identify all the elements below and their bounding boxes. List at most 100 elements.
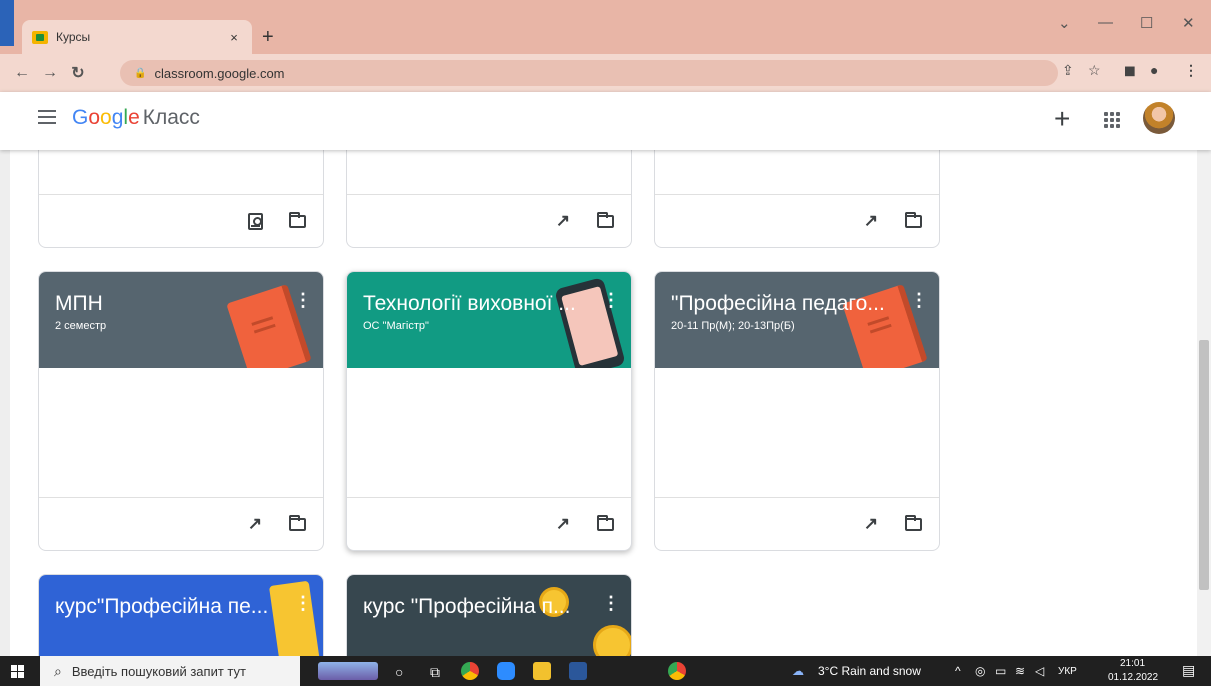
folder-icon[interactable]	[285, 512, 309, 536]
card-body	[39, 368, 323, 498]
share-icon[interactable]: ⇪	[1062, 62, 1074, 79]
zoom-icon[interactable]	[497, 662, 515, 680]
folder-icon[interactable]	[593, 512, 617, 536]
class-card[interactable]: МПН 2 семестр ⋮ ↗	[38, 271, 324, 551]
student-work-icon[interactable]	[243, 209, 267, 233]
weather-text[interactable]: 3°C Rain and snow	[818, 664, 921, 678]
tab-search-icon[interactable]: ⌄	[1058, 14, 1071, 32]
lock-icon: 🔒	[134, 67, 147, 79]
folder-icon[interactable]	[901, 209, 925, 233]
gradebook-trend-icon[interactable]: ↗	[551, 512, 575, 536]
browser-menu-icon[interactable]: ⋮	[1184, 62, 1198, 79]
bookmark-star-icon[interactable]: ☆	[1088, 62, 1101, 79]
create-join-class-button[interactable]: +	[1054, 105, 1070, 133]
windows-start-icon[interactable]	[11, 665, 24, 678]
avatar[interactable]	[1143, 102, 1175, 134]
class-name[interactable]: курс "Професійна п...	[363, 595, 570, 619]
gradebook-trend-icon[interactable]: ↗	[243, 512, 267, 536]
back-icon[interactable]: ←	[8, 64, 36, 82]
class-section: 2 семестр	[55, 320, 107, 332]
card-banner[interactable]: МПН 2 семестр ⋮	[39, 272, 323, 368]
class-card[interactable]: курс "Професійна п... ⋮	[346, 574, 632, 656]
close-window-button[interactable]: ✕	[1182, 14, 1195, 32]
class-name[interactable]: курс"Професійна пе...	[55, 595, 268, 619]
card-banner[interactable]: курс "Професійна п... ⋮	[347, 575, 631, 656]
word-icon[interactable]	[569, 662, 587, 680]
classroom-logo[interactable]: Google Класс	[72, 106, 200, 130]
card-footer: ↗	[39, 498, 323, 550]
url-text: classroom.google.com	[154, 65, 285, 81]
card-more-icon[interactable]: ⋮	[294, 593, 312, 614]
browser-tabstrip: Курсы × + ⌄ — ☐ ✕	[0, 0, 1211, 54]
main-menu-icon[interactable]	[38, 110, 56, 124]
folder-icon[interactable]	[285, 209, 309, 233]
browser-toolbar: ← → ↻ 🔒 classroom.google.com	[0, 54, 1211, 92]
card-more-icon[interactable]: ⋮	[602, 290, 620, 311]
wifi-icon[interactable]: ≋	[1015, 664, 1025, 678]
search-icon: ⌕	[54, 662, 62, 679]
class-name[interactable]: "Професійна педаго...	[671, 292, 885, 316]
tray-meet-icon[interactable]: ◎	[975, 664, 985, 678]
card-more-icon[interactable]: ⋮	[910, 290, 928, 311]
clock-date[interactable]: 01.12.2022	[1108, 672, 1158, 683]
search-highlight-icon[interactable]	[318, 662, 378, 680]
address-bar[interactable]: 🔒 classroom.google.com	[120, 60, 1058, 86]
card-footer: ↗	[347, 195, 631, 247]
class-card[interactable]: курс"Професійна пе... ⋮	[38, 574, 324, 656]
folder-icon[interactable]	[901, 512, 925, 536]
class-card[interactable]: "Професійна педаго... 20-11 Пр(М); 20-13…	[654, 271, 940, 551]
logo-google: Google	[72, 106, 140, 129]
google-apps-icon[interactable]	[1104, 112, 1120, 128]
chrome-icon[interactable]	[461, 662, 479, 680]
gradebook-trend-icon[interactable]: ↗	[551, 209, 575, 233]
card-banner[interactable]: "Професійна педаго... 20-11 Пр(М); 20-13…	[655, 272, 939, 368]
folder-icon[interactable]	[593, 209, 617, 233]
gradebook-trend-icon[interactable]: ↗	[859, 209, 883, 233]
card-banner[interactable]: Технології виховної ... ОС "Магістр" ⋮	[347, 272, 631, 368]
profile-icon[interactable]: ●	[1150, 62, 1158, 78]
card-footer: ↗	[347, 498, 631, 550]
forward-icon[interactable]: →	[36, 64, 64, 82]
books-illustration-icon	[268, 580, 322, 656]
coin-illustration-icon	[593, 625, 631, 656]
card-footer	[39, 195, 323, 247]
card-body	[655, 368, 939, 498]
left-gutter	[0, 150, 10, 656]
classroom-header: Google Класс +	[0, 92, 1211, 150]
class-section: 20-11 Пр(М); 20-13Пр(Б)	[671, 320, 795, 332]
browser-tab[interactable]: Курсы ×	[22, 20, 252, 54]
class-section: ОС "Магістр"	[363, 320, 429, 332]
card-banner[interactable]: курс"Професійна пе... ⋮	[39, 575, 323, 656]
class-name[interactable]: Технології виховної ...	[363, 292, 576, 316]
class-card[interactable]: Технології виховної ... ОС "Магістр" ⋮ ↗	[346, 271, 632, 551]
clock-time[interactable]: 21:01	[1120, 658, 1145, 669]
gradebook-trend-icon[interactable]: ↗	[859, 512, 883, 536]
new-tab-button[interactable]: +	[262, 26, 274, 49]
scrollbar-thumb[interactable]	[1199, 340, 1209, 590]
taskbar-search-box[interactable]: ⌕ Введіть пошуковий запит тут	[40, 656, 300, 686]
cortana-icon[interactable]: ○	[395, 664, 403, 680]
notifications-icon[interactable]: ▤	[1182, 662, 1195, 679]
maximize-button[interactable]: ☐	[1140, 14, 1153, 32]
extension-icon[interactable]: ◼	[1124, 62, 1136, 79]
tab-close-icon[interactable]: ×	[226, 30, 242, 45]
tab-title: Курсы	[56, 30, 91, 44]
card-more-icon[interactable]: ⋮	[294, 290, 312, 311]
task-view-icon[interactable]: ⧉	[430, 664, 440, 681]
card-footer: ↗	[655, 195, 939, 247]
language-indicator[interactable]: УКР	[1058, 666, 1077, 677]
card-more-icon[interactable]: ⋮	[602, 593, 620, 614]
card-footer: ↗	[655, 498, 939, 550]
battery-icon[interactable]: ▭	[995, 664, 1006, 678]
file-explorer-icon[interactable]	[533, 662, 551, 680]
reload-icon[interactable]: ↻	[64, 63, 92, 83]
taskbar-search-placeholder: Введіть пошуковий запит тут	[71, 663, 246, 679]
logo-product: Класс	[142, 106, 200, 129]
class-name[interactable]: МПН	[55, 292, 103, 316]
volume-icon[interactable]: ◁	[1035, 664, 1044, 678]
classroom-favicon-icon	[32, 30, 48, 44]
tray-overflow-icon[interactable]: ^	[955, 664, 961, 678]
chrome-profile-icon[interactable]	[668, 662, 686, 680]
weather-icon[interactable]: ☁	[792, 664, 804, 678]
minimize-button[interactable]: —	[1098, 14, 1113, 31]
